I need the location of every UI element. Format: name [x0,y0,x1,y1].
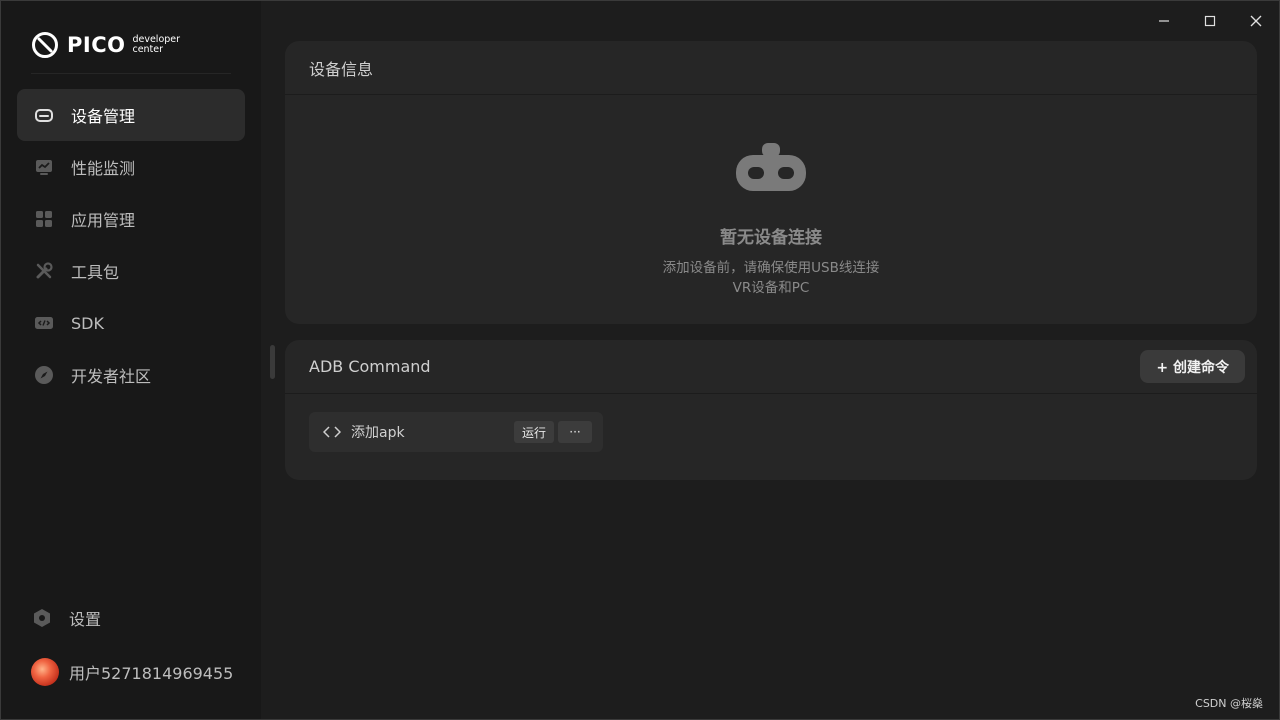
sidebar-item-label: 设备管理 [71,107,136,126]
monitor-chart-icon [33,156,55,178]
pico-logo: PICO developer center [31,29,180,61]
settings-label: 设置 [69,610,102,629]
minimize-icon [1159,20,1169,22]
avatar [31,658,59,686]
device-info-panel: 设备信息 暂无设备连接 添加设备前，请确保使用USB线连接VR设备和PC [285,41,1257,324]
compass-icon [33,364,55,386]
empty-state-title: 暂无设备连接 [720,228,822,248]
maximize-button[interactable] [1187,9,1233,33]
user-profile[interactable]: 用户5271814969455 [31,658,233,686]
empty-state-description: 添加设备前，请确保使用USB线连接VR设备和PC [662,260,880,296]
window-controls [1141,9,1279,33]
user-name: 用户5271814969455 [69,664,234,683]
empty-state: 暂无设备连接 添加设备前，请确保使用USB线连接VR设备和PC [285,141,1257,298]
headset-icon [33,104,55,126]
code-icon [33,312,55,334]
minimize-button[interactable] [1141,9,1187,33]
sidebar-item-toolkit[interactable]: 工具包 [17,245,245,297]
settings-button[interactable]: 设置 [31,606,101,630]
panel-title: ADB Command [309,357,431,376]
sidebar-item-performance[interactable]: 性能监测 [17,141,245,193]
sidebar-item-label: 工具包 [71,263,120,282]
logo-divider [31,73,231,74]
command-label: 添加apk [351,425,405,441]
sidebar-item-app-management[interactable]: 应用管理 [17,193,245,245]
more-options-button[interactable]: ··· [558,421,592,443]
apps-grid-icon [33,208,55,230]
command-item[interactable]: 添加apk 运行 ··· [309,412,603,452]
run-command-button[interactable]: 运行 [513,421,554,443]
sidebar-item-label: SDK [71,313,104,333]
logo-sub-line2: center [132,44,164,55]
logo-subtitle: developer center [132,35,180,55]
sidebar-resize-handle[interactable] [270,345,275,379]
settings-hex-icon [31,607,53,629]
sidebar-item-label: 开发者社区 [71,367,152,386]
device-info-header: 设备信息 [285,41,1257,95]
pico-logo-icon [32,32,58,58]
adb-command-header: ADB Command + 创建命令 [285,340,1257,394]
logo-wordmark: PICO [67,33,126,57]
app-window: PICO developer center 设备管理 性能监测 应用管理 工具包… [0,0,1280,720]
sidebar-nav: 设备管理 性能监测 应用管理 工具包 SDK 开发者社区 [17,89,245,401]
sidebar-item-label: 应用管理 [71,211,136,230]
tools-icon [33,260,55,282]
panel-title: 设备信息 [309,59,374,79]
close-button[interactable] [1233,9,1279,33]
sidebar: PICO developer center 设备管理 性能监测 应用管理 工具包… [1,1,261,719]
adb-command-panel: ADB Command + 创建命令 添加apk 运行 ··· [285,340,1257,480]
close-icon [1250,15,1262,27]
code-brackets-icon [321,421,343,443]
sidebar-item-community[interactable]: 开发者社区 [17,349,245,401]
sidebar-item-sdk[interactable]: SDK [17,297,245,349]
watermark: CSDN @桜燊 [1195,697,1263,710]
maximize-icon [1204,15,1216,27]
sidebar-item-label: 性能监测 [71,159,136,178]
sidebar-item-device-management[interactable]: 设备管理 [17,89,245,141]
vr-headset-icon [736,143,806,191]
create-command-button[interactable]: + 创建命令 [1140,350,1245,383]
